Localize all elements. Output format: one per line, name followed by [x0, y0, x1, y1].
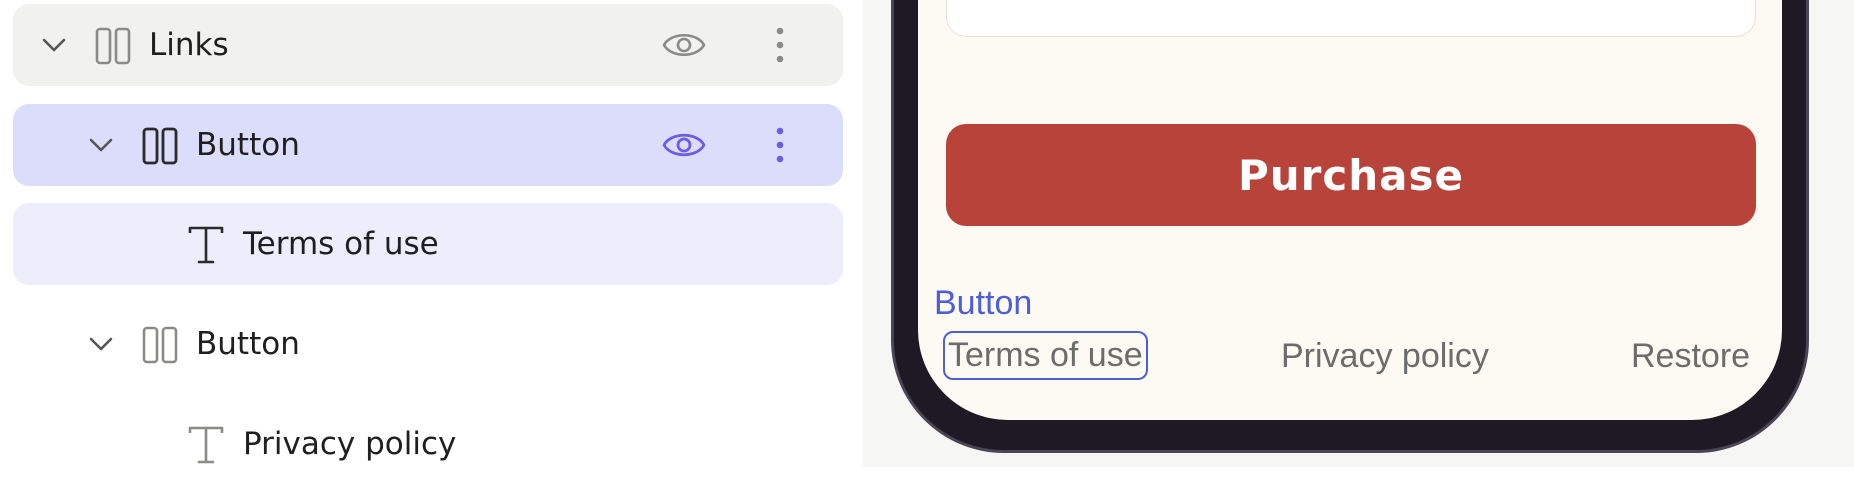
privacy-policy-link[interactable]: Privacy policy [1281, 333, 1489, 379]
more-options-icon[interactable] [775, 125, 785, 165]
input-field[interactable] [946, 0, 1756, 37]
terms-of-use-link[interactable]: Terms of use [943, 331, 1148, 380]
layer-row-privacy-policy[interactable]: Privacy policy [13, 403, 843, 485]
layer-label: Button [196, 127, 300, 163]
restore-link[interactable]: Restore [1631, 333, 1750, 379]
layer-label: Button [196, 326, 300, 362]
more-options-icon[interactable] [775, 25, 785, 65]
layer-row-button[interactable]: Button [13, 303, 843, 385]
columns-icon [95, 27, 131, 65]
chevron-down-icon[interactable] [86, 329, 116, 359]
layer-label: Links [149, 27, 229, 63]
layer-label: Privacy policy [243, 426, 457, 462]
chevron-down-icon[interactable] [86, 130, 116, 160]
layer-row-links[interactable]: Links [13, 4, 843, 86]
eye-icon[interactable] [661, 126, 707, 164]
layer-row-button-selected[interactable]: Button [13, 104, 843, 186]
purchase-button[interactable]: Purchase [946, 124, 1756, 226]
text-icon [188, 426, 224, 464]
columns-icon [142, 326, 178, 364]
layer-label: Terms of use [243, 226, 439, 262]
columns-icon [142, 127, 178, 165]
layer-row-terms-of-use[interactable]: Terms of use [13, 203, 843, 285]
eye-icon[interactable] [661, 26, 707, 64]
text-icon [188, 226, 224, 264]
chevron-down-icon[interactable] [39, 30, 69, 60]
layers-panel: Links Button Terms of use Button Privacy… [0, 0, 863, 467]
selection-label: Button [934, 284, 1033, 322]
